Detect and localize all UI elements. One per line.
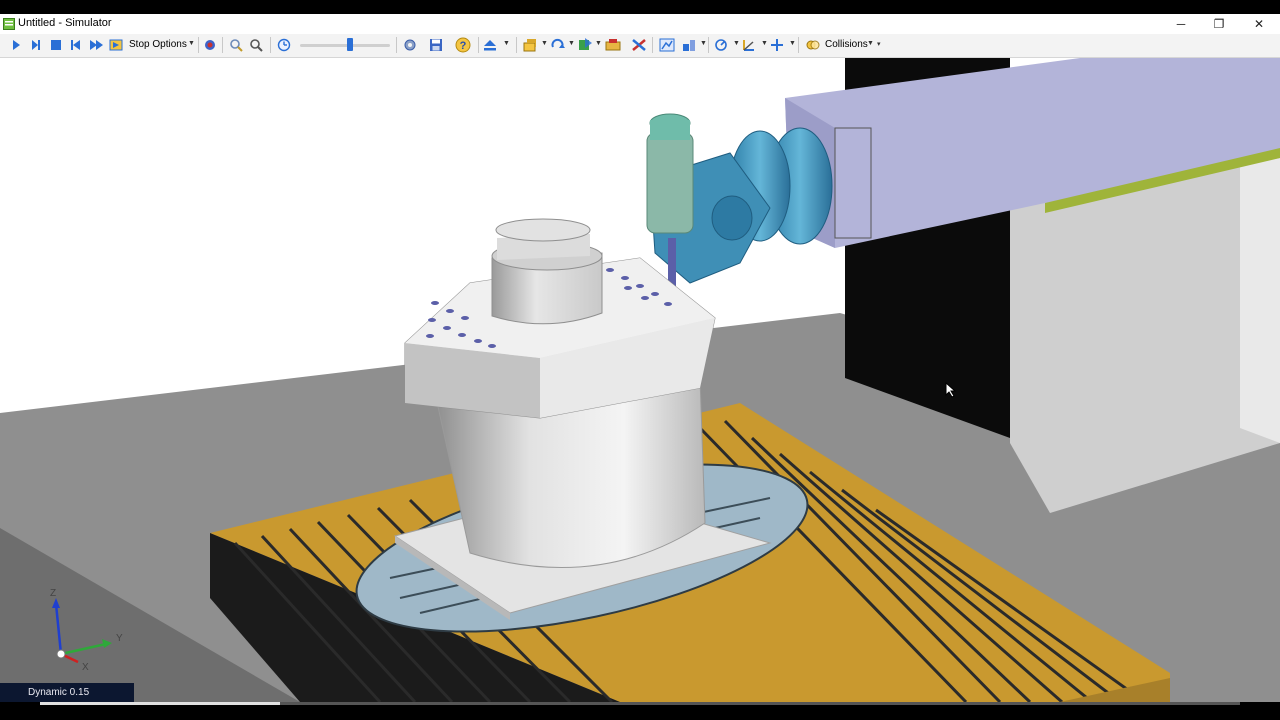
toolbar-separator [396,37,397,53]
minimize-button[interactable]: ─ [1162,14,1200,34]
ruler-dropdown-icon[interactable]: ▼ [789,40,796,47]
rewind-icon[interactable] [68,36,84,54]
y-axis-arrow [102,639,112,648]
step-icon[interactable] [28,36,44,54]
stop-options-label[interactable]: Stop Options [129,39,187,50]
goto-icon[interactable] [108,36,124,54]
simulator-window: Untitled - Simulator ─ ❐ ✕ Stop Options … [0,14,1280,702]
dynamic-status: Dynamic 0.15 [28,687,90,698]
3d-viewport[interactable]: Z Y X [0,58,1280,702]
axis-icon[interactable] [740,36,758,54]
speed-slider-track[interactable] [300,44,390,47]
cutting-tool [668,238,676,288]
triad-origin [56,649,66,659]
color-dropdown-icon[interactable]: ▼ [595,40,602,47]
axis-dropdown-icon[interactable]: ▼ [761,40,768,47]
y-axis-label: Y [116,633,123,644]
stop-icon[interactable] [48,36,64,54]
eject-icon[interactable] [482,36,498,54]
column-edge [1240,148,1280,443]
collisions-label[interactable]: Collisions [825,39,868,50]
eject-dropdown-icon[interactable]: ▼ [503,40,510,47]
forward-icon[interactable] [88,36,106,54]
playback-progress-fill [40,702,280,705]
close-button[interactable]: ✕ [1240,14,1278,34]
toolbar-separator [222,37,223,53]
record-icon[interactable] [202,36,218,54]
zoom-icon[interactable] [228,36,244,54]
rotate-dropdown-icon[interactable]: ▼ [568,40,575,47]
toolbar-separator [478,37,479,53]
play-icon[interactable] [8,36,24,54]
help-icon[interactable]: ? [454,36,472,54]
section-dropdown-icon[interactable]: ▼ [700,40,707,47]
toolbar-overflow-icon[interactable]: ▾ [877,40,881,48]
save-icon[interactable] [428,36,444,54]
workpiece-boss-face [495,218,591,242]
view-icon[interactable] [658,36,676,54]
settings-icon[interactable] [402,36,418,54]
measure-icon[interactable] [712,36,730,54]
y-axis-line [60,642,107,656]
section-icon[interactable] [680,36,698,54]
toolbar-separator [516,37,517,53]
toolbar-separator [708,37,709,53]
toolbar-separator [798,37,799,53]
screen-top-bar [0,0,1280,14]
color-icon[interactable] [576,36,594,54]
toolbar-separator [198,37,199,53]
spindle-joint [711,195,753,241]
z-axis-line [54,603,63,655]
tool-holder-top [650,120,690,140]
x-axis-label: X [82,662,89,673]
title-bar: Untitled - Simulator ─ ❐ ✕ [0,14,1280,34]
tool-icon[interactable] [630,36,648,54]
rotate-icon[interactable] [549,36,567,54]
mouse-cursor-icon [945,382,957,398]
timer-icon[interactable] [276,36,292,54]
restore-button[interactable]: ❐ [1200,14,1238,34]
stop-options-dropdown-icon[interactable]: ▼ [188,40,195,47]
speed-slider-thumb[interactable] [346,38,353,51]
machine-scene [0,58,1280,702]
ruler-icon[interactable] [768,36,786,54]
toolbar: Stop Options ▼ ? ▼ ▼ ▼ ▼ ▼ ▼ ▼ ▼ Collisi… [0,34,1280,58]
toolbar-separator [652,37,653,53]
collisions-dropdown-icon[interactable]: ▼ [867,40,874,47]
machine-dropdown-icon[interactable]: ▼ [541,40,548,47]
tool-holder [646,132,694,234]
z-axis-label: Z [50,588,57,599]
toolbar-separator [270,37,271,53]
palette-icon[interactable] [604,36,622,54]
machine-icon[interactable] [522,36,540,54]
collision-icon[interactable] [804,36,822,54]
svg-text:?: ? [460,40,467,52]
measure-dropdown-icon[interactable]: ▼ [733,40,740,47]
z-axis-arrow [52,598,60,608]
app-icon [3,18,15,30]
zoom-fit-icon[interactable] [248,36,264,54]
window-title: Untitled - Simulator [18,17,112,29]
